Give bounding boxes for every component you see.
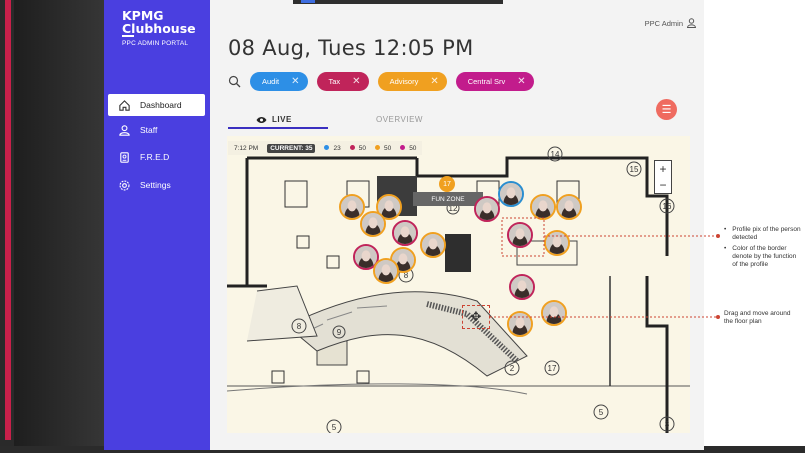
annotation-lines — [490, 217, 720, 319]
annotation-profile: • Profile pix of the person detected • Col… — [724, 226, 801, 268]
annotation-text: Profile pix of the person detected — [732, 226, 801, 241]
annotation-text: Color of the border denote by the functi… — [732, 245, 797, 268]
annotation-drag: Drag and move around the floor plan — [724, 310, 791, 325]
screen: KPMG Clubhouse PPC ADMIN PORTAL Dashboar… — [0, 0, 805, 453]
